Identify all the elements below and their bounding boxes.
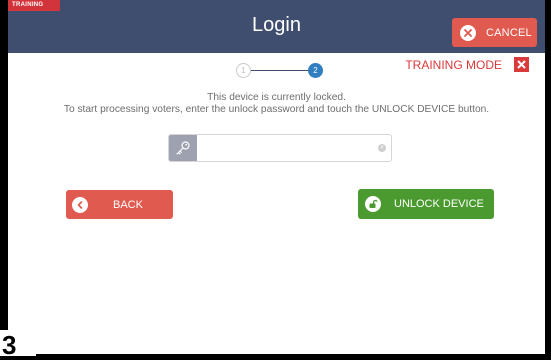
password-field[interactable]: ×: [168, 134, 392, 162]
device-screen: TRAINING Login CANCEL 1 2 TRAINING MODE …: [8, 0, 545, 354]
back-button[interactable]: BACK: [66, 190, 173, 219]
training-tag: TRAINING: [8, 0, 60, 11]
unlock-device-button[interactable]: UNLOCK DEVICE: [358, 189, 494, 219]
header-bar: TRAINING Login CANCEL: [8, 0, 545, 53]
unlock-device-label: UNLOCK DEVICE: [394, 198, 484, 210]
password-input[interactable]: [201, 138, 371, 158]
training-mode-label: TRAINING MODE: [405, 58, 502, 72]
training-mode-close-button[interactable]: [514, 57, 529, 72]
cancel-button[interactable]: CANCEL: [452, 18, 537, 47]
step-1: 1: [236, 63, 251, 78]
step-2-active: 2: [308, 63, 323, 78]
instruction-message: To start processing voters, enter the un…: [63, 104, 490, 115]
clear-icon[interactable]: ×: [378, 144, 386, 152]
locked-message: This device is currently locked.: [207, 92, 346, 103]
cancel-button-label: CANCEL: [486, 26, 532, 39]
unlock-icon: [365, 196, 381, 212]
step-connector: [250, 70, 310, 71]
back-button-label: BACK: [113, 198, 143, 211]
chevron-left-circle-icon: [72, 196, 88, 213]
close-icon: [517, 60, 526, 69]
close-circle-icon: [460, 24, 476, 41]
key-icon: [169, 135, 197, 161]
step-indicator: 1 2: [234, 63, 324, 79]
